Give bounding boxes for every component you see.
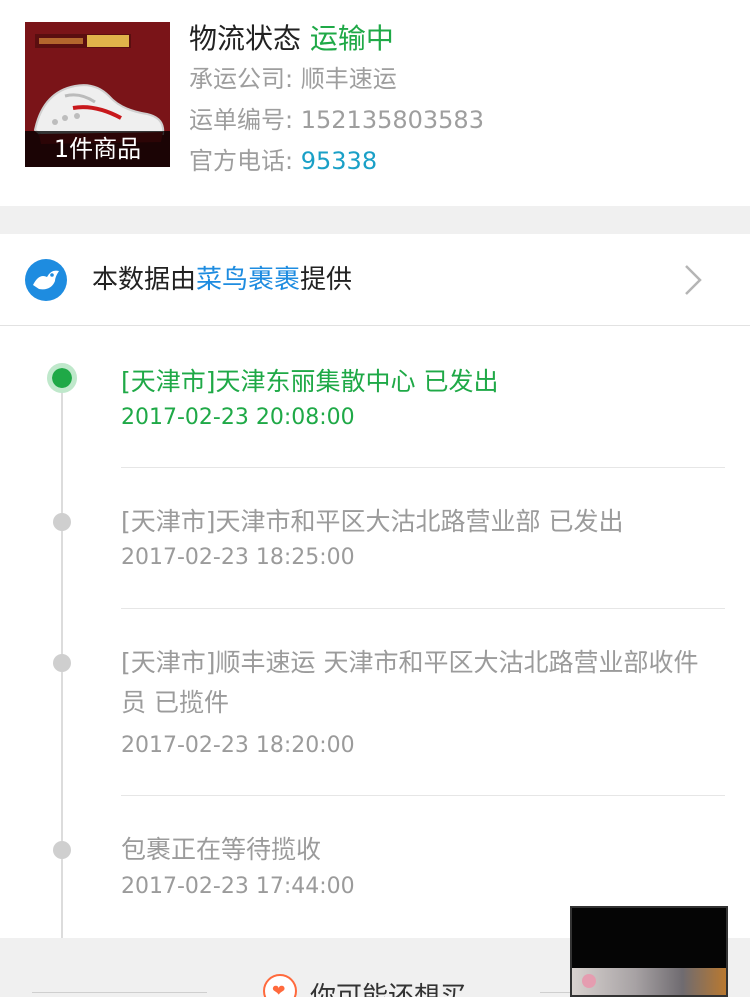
waybill-row: 运单编号: 152135803583 (189, 100, 484, 141)
promo-banner-image (35, 34, 131, 48)
timeline-dot-active (47, 363, 77, 393)
floating-video-window[interactable] (570, 906, 728, 997)
provider-brand-link[interactable]: 菜鸟裹裹 (196, 265, 300, 295)
timeline-dot (53, 654, 71, 672)
timeline-separator (121, 608, 725, 609)
timeline-entry-time: 2017-02-23 18:20:00 (121, 733, 355, 758)
divider-line-left (32, 992, 207, 993)
phone-link[interactable]: 95338 (301, 147, 377, 175)
product-thumbnail[interactable]: 1件商品 (25, 22, 170, 167)
status-label: 物流状态 (189, 22, 302, 55)
chevron-right-icon (685, 265, 702, 295)
timeline-entry-time: 2017-02-23 20:08:00 (121, 405, 355, 430)
carrier-row: 承运公司: 顺丰速运 (189, 59, 484, 100)
timeline-entry-time: 2017-02-23 18:25:00 (121, 545, 355, 570)
waybill-value: 152135803583 (300, 106, 484, 134)
status-value: 运输中 (309, 22, 394, 55)
carrier-value: 顺丰速运 (300, 65, 397, 93)
timeline-separator (121, 467, 725, 468)
cainiao-bird-icon (25, 259, 67, 301)
provider-text: 本数据由菜鸟裹裹提供 (92, 234, 352, 326)
timeline-dot (53, 513, 71, 531)
recommend-title: 你可能还想买 (310, 982, 467, 997)
shipment-header: 1件商品 物流状态 运输中 承运公司: 顺丰速运 运单编号: 152135803… (0, 0, 750, 206)
video-frame-image (572, 968, 726, 995)
data-provider-row[interactable]: 本数据由菜鸟裹裹提供 (0, 234, 750, 326)
item-count-badge: 1件商品 (25, 131, 170, 167)
section-divider (0, 206, 750, 234)
timeline-entry-text: [天津市]顺丰速运 天津市和平区大沽北路营业部收件员 已揽件 (121, 648, 699, 717)
timeline-entry-text: [天津市]天津东丽集散中心 已发出 (121, 367, 499, 396)
timeline-entry-time: 2017-02-23 17:44:00 (121, 874, 355, 899)
waybill-label: 运单编号: (189, 106, 294, 134)
timeline-separator (121, 795, 725, 796)
tracking-timeline: [天津市]天津东丽集散中心 已发出 2017-02-23 20:08:00 [天… (0, 326, 750, 940)
timeline-entry-text: [天津市]天津市和平区大沽北路营业部 已发出 (121, 507, 624, 536)
provider-prefix: 本数据由 (92, 265, 197, 295)
heart-icon: ❤ (263, 974, 297, 997)
timeline-entry-text: 包裹正在等待揽收 (121, 835, 322, 864)
carrier-label: 承运公司: (189, 65, 294, 93)
provider-suffix: 提供 (300, 265, 353, 295)
phone-row: 官方电话: 95338 (189, 141, 484, 182)
timeline-dot (53, 841, 71, 859)
shipment-info: 物流状态 运输中 承运公司: 顺丰速运 运单编号: 152135803583 官… (189, 18, 484, 182)
logistics-status: 物流状态 运输中 (189, 18, 484, 59)
phone-label: 官方电话: (189, 147, 294, 175)
